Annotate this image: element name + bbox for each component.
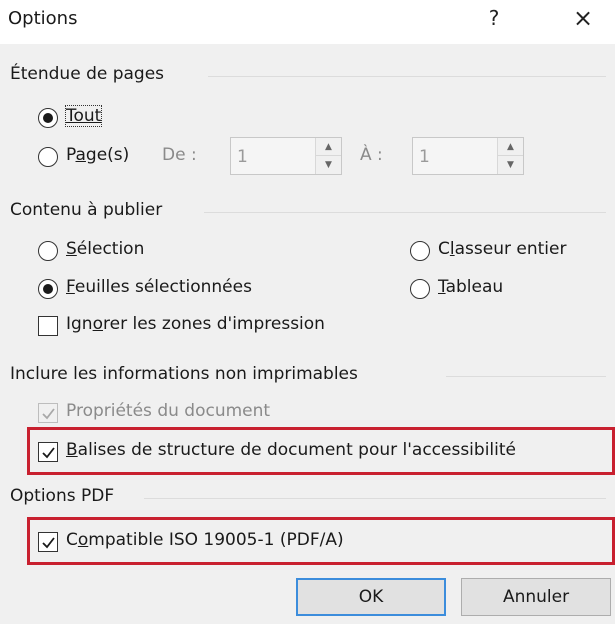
radio-selection-label[interactable]: Sélection xyxy=(66,239,144,259)
selection-u: S xyxy=(66,239,77,259)
to-spinner-buttons: ▲ ▼ xyxy=(497,138,523,174)
radio-selected-sheets[interactable] xyxy=(38,279,58,299)
group-title-page-range: Étendue de pages xyxy=(10,64,165,84)
iso-u: o xyxy=(77,530,89,550)
selection-rest: élection xyxy=(76,239,145,259)
workbook-pre: C xyxy=(438,239,450,259)
checkmark-icon xyxy=(42,537,55,549)
group-divider xyxy=(204,212,606,213)
checkbox-document-properties-label: Propriétés du document xyxy=(66,401,271,421)
group-title-nonprint: Inclure les informations non imprimables xyxy=(10,364,358,384)
page-range-label-u: a xyxy=(75,145,86,165)
radio-table-label[interactable]: Tableau xyxy=(438,277,503,297)
from-spinner-buttons: ▲ ▼ xyxy=(315,138,341,174)
all-pages-label-text: Tout xyxy=(66,106,102,126)
radio-page-range[interactable] xyxy=(38,147,58,167)
group-divider xyxy=(208,76,606,77)
from-spin-down-icon[interactable]: ▼ xyxy=(316,156,341,174)
to-spin-down-icon[interactable]: ▼ xyxy=(498,156,523,174)
sheets-u: F xyxy=(66,277,75,297)
radio-page-range-label[interactable]: Page(s) xyxy=(66,145,129,165)
radio-all-pages-label[interactable]: Tout xyxy=(64,105,103,127)
radio-entire-workbook[interactable] xyxy=(410,241,430,261)
iso-rest: mpatible ISO 19005-1 (PDF/A) xyxy=(88,530,344,550)
ignore-pre: Ign xyxy=(66,314,93,334)
table-u: T xyxy=(438,277,446,297)
struct-u: B xyxy=(66,440,78,460)
from-spin-up-icon[interactable]: ▲ xyxy=(316,138,341,156)
group-title-publish: Contenu à publier xyxy=(10,200,163,220)
checkmark-icon xyxy=(42,447,55,459)
to-spin-up-icon[interactable]: ▲ xyxy=(498,138,523,156)
group-divider xyxy=(144,498,606,499)
from-page-spinner[interactable]: 1 ▲ ▼ xyxy=(230,137,342,175)
checkbox-structure-tags[interactable] xyxy=(38,442,58,462)
checkbox-document-properties[interactable] xyxy=(38,403,58,423)
cancel-button[interactable]: Annuler xyxy=(461,578,611,616)
checkbox-ignore-print-areas[interactable] xyxy=(38,316,58,336)
radio-all-pages[interactable] xyxy=(38,108,58,128)
from-label: De : xyxy=(162,145,197,165)
to-page-spinner[interactable]: 1 ▲ ▼ xyxy=(412,137,524,175)
to-label: À : xyxy=(360,145,383,165)
to-page-value: 1 xyxy=(419,147,430,167)
checkmark-icon xyxy=(42,408,55,420)
close-icon[interactable]: × xyxy=(572,4,594,32)
radio-selected-sheets-label[interactable]: Feuilles sélectionnées xyxy=(66,277,252,297)
struct-rest: alises de structure de document pour l'a… xyxy=(77,440,516,460)
dialog-title: Options xyxy=(8,8,78,29)
iso-pre: C xyxy=(66,530,78,550)
checkbox-ignore-print-areas-label[interactable]: Ignorer les zones d'impression xyxy=(66,314,325,334)
ok-button[interactable]: OK xyxy=(296,578,446,616)
group-title-pdf: Options PDF xyxy=(10,486,115,506)
radio-table[interactable] xyxy=(410,279,430,299)
workbook-rest: asseur entier xyxy=(454,239,567,259)
ignore-u: o xyxy=(92,314,103,334)
page-range-label-pre: P xyxy=(66,145,76,165)
radio-selection[interactable] xyxy=(38,241,58,261)
page-range-label-post: ge(s) xyxy=(85,145,130,165)
checkbox-pdfa-compatible[interactable] xyxy=(38,532,58,552)
table-rest: ableau xyxy=(445,277,504,297)
radio-entire-workbook-label[interactable]: Classeur entier xyxy=(438,239,566,259)
title-bar xyxy=(0,0,615,44)
group-divider xyxy=(446,376,606,377)
sheets-rest: euilles sélectionnées xyxy=(74,277,252,297)
ignore-rest: rer les zones d'impression xyxy=(103,314,325,334)
help-icon[interactable]: ? xyxy=(484,6,504,30)
from-page-value: 1 xyxy=(237,147,248,167)
checkbox-pdfa-compatible-label[interactable]: Compatible ISO 19005-1 (PDF/A) xyxy=(66,530,344,550)
checkbox-structure-tags-label[interactable]: Balises de structure de document pour l'… xyxy=(66,440,516,460)
